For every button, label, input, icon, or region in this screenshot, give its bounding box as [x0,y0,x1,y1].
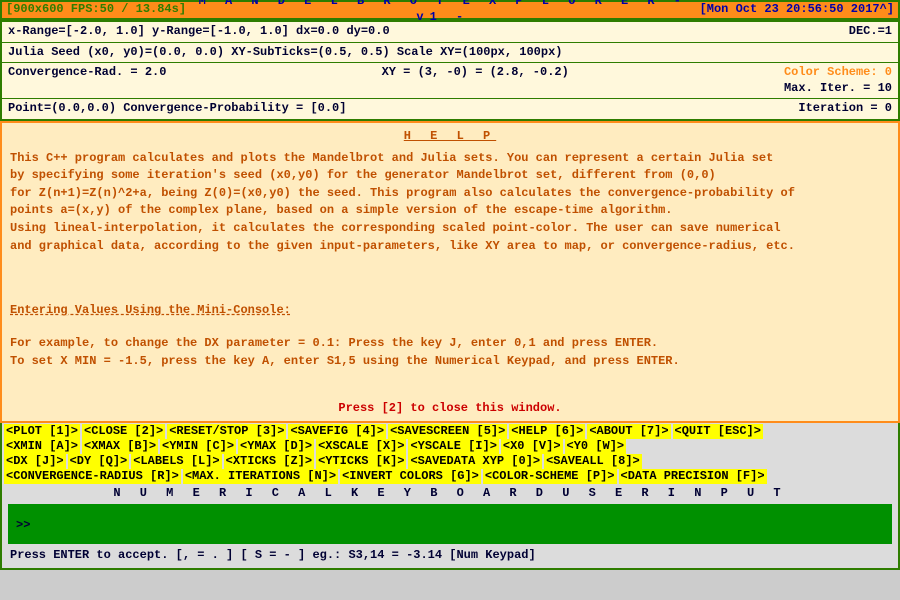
command-button[interactable]: <PLOT [1]> [4,424,80,439]
command-button[interactable]: <ABOUT [7]> [587,424,670,439]
help-panel: H E L P This C++ program calculates and … [0,121,900,423]
julia-seed: Julia Seed (x0, y0)=(0.0, 0.0) XY-SubTic… [8,45,563,61]
help-text-line: for Z(n+1)=Z(n)^2+a, being Z(0)=(x0,y0) … [10,186,890,202]
command-button[interactable]: <HELP [6]> [509,424,585,439]
help-example-1: For example, to change the DX parameter … [10,336,890,352]
command-button[interactable]: <YMAX [D]> [238,439,314,454]
command-button[interactable]: <MAX. ITERATIONS [N]> [183,469,338,484]
command-bar: <PLOT [1]><CLOSE [2]><RESET/STOP [3]><SA… [0,423,900,570]
command-button[interactable]: <SAVESCREEN [5]> [388,424,507,439]
command-button[interactable]: <DX [J]> [4,454,66,469]
help-text-line: points a=(x,y) of the complex plane, bas… [10,203,890,219]
help-text-line: Using lineal-interpolation, it calculate… [10,221,890,237]
max-iterations: Max. Iter. = 10 [784,81,892,95]
decimal-precision: DEC.=1 [849,24,892,40]
title-bar: [900x600 FPS:50 / 13.84s] M A N D E L B … [0,0,900,20]
command-button[interactable]: <XMIN [A]> [4,439,80,454]
help-text-line: This C++ program calculates and plots th… [10,151,890,167]
command-button[interactable]: <QUIT [ESC]> [673,424,763,439]
app-title: M A N D E L B R O T E X P L O R E R - v1… [186,0,700,26]
xy-range: x-Range=[-2.0, 1.0] y-Range=[-1.0, 1.0] … [8,24,849,40]
xy-coords: XY = (3, -0) = (2.8, -0.2) [166,65,784,96]
command-button[interactable]: <YTICKS [K]> [316,454,406,469]
help-text-line: by specifying some iteration's seed (x0,… [10,168,890,184]
command-button[interactable]: <X0 [V]> [501,439,563,454]
color-scheme: Color Scheme: 0 [784,65,892,79]
mini-console[interactable]: >> [8,504,892,544]
point-probability: Point=(0.0,0.0) Convergence-Probability … [8,101,798,117]
command-button[interactable]: <DATA PRECISION [F]> [619,469,767,484]
command-button[interactable]: <XTICKS [Z]> [224,454,314,469]
iteration-count: Iteration = 0 [798,101,892,117]
command-button[interactable]: <RESET/STOP [3]> [167,424,286,439]
convergence-radius: Convergence-Rad. = 2.0 [8,65,166,96]
help-title: H E L P [10,129,890,145]
command-button[interactable]: <YSCALE [I]> [408,439,498,454]
numpad-title: N U M E R I C A L K E Y B O A R D U S E … [4,484,896,504]
status-panel: x-Range=[-2.0, 1.0] y-Range=[-1.0, 1.0] … [0,20,900,121]
help-text-line: and graphical data, according to the giv… [10,239,890,255]
footer-hint: Press ENTER to accept. [, = . ] [ S = - … [4,544,896,568]
fps-readout: [900x600 FPS:50 / 13.84s] [6,2,186,18]
help-example-2: To set X MIN = -1.5, press the key A, en… [10,354,890,370]
command-button[interactable]: <Y0 [W]> [565,439,627,454]
command-button[interactable]: <SAVEALL [8]> [544,454,642,469]
command-button[interactable]: <XMAX [B]> [82,439,158,454]
command-button[interactable]: <SAVEDATA XYP [0]> [408,454,542,469]
console-prompt: >> [16,518,30,532]
help-close-hint: Press [2] to close this window. [2,401,898,417]
command-button[interactable]: <CLOSE [2]> [82,424,165,439]
help-subheading: Entering Values Using the Mini-Console: [10,303,890,319]
command-button[interactable]: <YMIN [C]> [160,439,236,454]
command-button[interactable]: <DY [Q]> [68,454,130,469]
command-button[interactable]: <CONVERGENCE-RADIUS [R]> [4,469,181,484]
command-button[interactable]: <INVERT COLORS [G]> [340,469,481,484]
datetime: [Mon Oct 23 20:56:50 2017^] [700,2,894,18]
command-button[interactable]: <SAVEFIG [4]> [288,424,386,439]
command-button[interactable]: <LABELS [L]> [131,454,221,469]
command-button[interactable]: <XSCALE [X]> [316,439,406,454]
command-button[interactable]: <COLOR-SCHEME [P]> [483,469,617,484]
